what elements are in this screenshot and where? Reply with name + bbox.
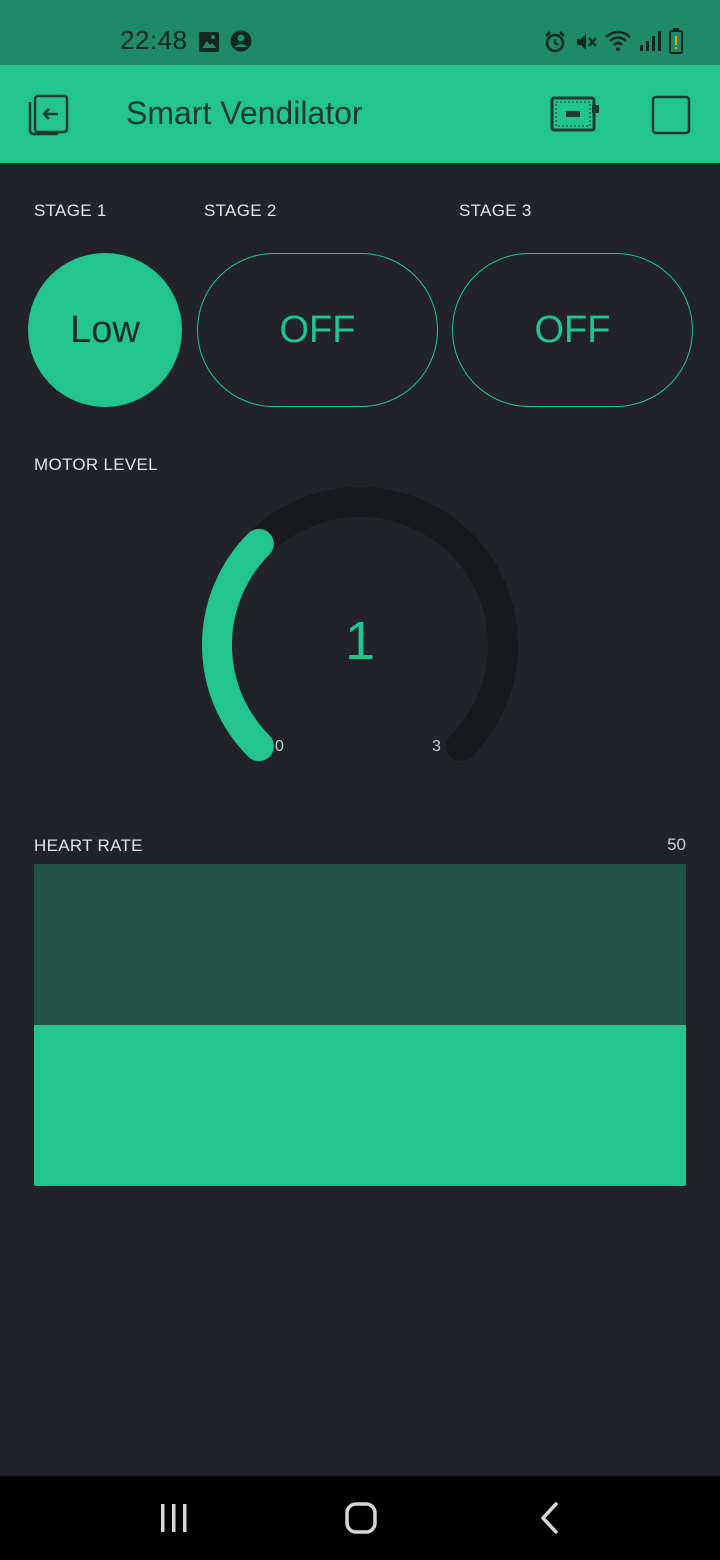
signal-icon	[640, 31, 661, 51]
image-icon	[199, 32, 219, 52]
recent-apps-icon[interactable]	[144, 1498, 204, 1538]
wifi-icon	[605, 30, 631, 51]
gauge-max-label: 3	[432, 738, 441, 755]
account-icon	[230, 30, 252, 52]
navigation-bar	[0, 1476, 720, 1560]
stage-2-button[interactable]: OFF	[197, 253, 438, 407]
home-icon[interactable]	[331, 1498, 391, 1538]
battery-icon	[669, 28, 683, 54]
heart-rate-bar	[34, 864, 686, 1186]
gauge-fill	[202, 528, 274, 762]
motor-level-label: MOTOR LEVEL	[34, 455, 158, 474]
stage-3-label: STAGE 3	[459, 201, 532, 220]
stage-3-button[interactable]: OFF	[452, 253, 693, 407]
device-icon[interactable]	[550, 96, 600, 132]
status-bar: 22:48	[0, 0, 720, 65]
exit-icon[interactable]	[28, 94, 70, 136]
stop-icon[interactable]	[651, 95, 691, 135]
stage-2-label: STAGE 2	[204, 201, 277, 220]
alarm-icon	[545, 31, 565, 53]
gauge-min-label: 0	[275, 738, 284, 755]
heart-rate-label: HEART RATE	[34, 836, 143, 855]
stage-1-button[interactable]: Low	[28, 253, 182, 407]
back-icon[interactable]	[519, 1498, 579, 1538]
app-title: Smart Vendilator	[126, 95, 363, 131]
stage-1-label: STAGE 1	[34, 201, 107, 220]
app-bar: Smart Vendilator	[0, 65, 720, 163]
heart-rate-max: 50	[667, 835, 686, 854]
motor-level-value: 1	[344, 611, 376, 671]
status-time: 22:48	[120, 25, 188, 55]
mute-icon	[577, 34, 597, 50]
heart-rate-fill	[34, 1025, 686, 1186]
